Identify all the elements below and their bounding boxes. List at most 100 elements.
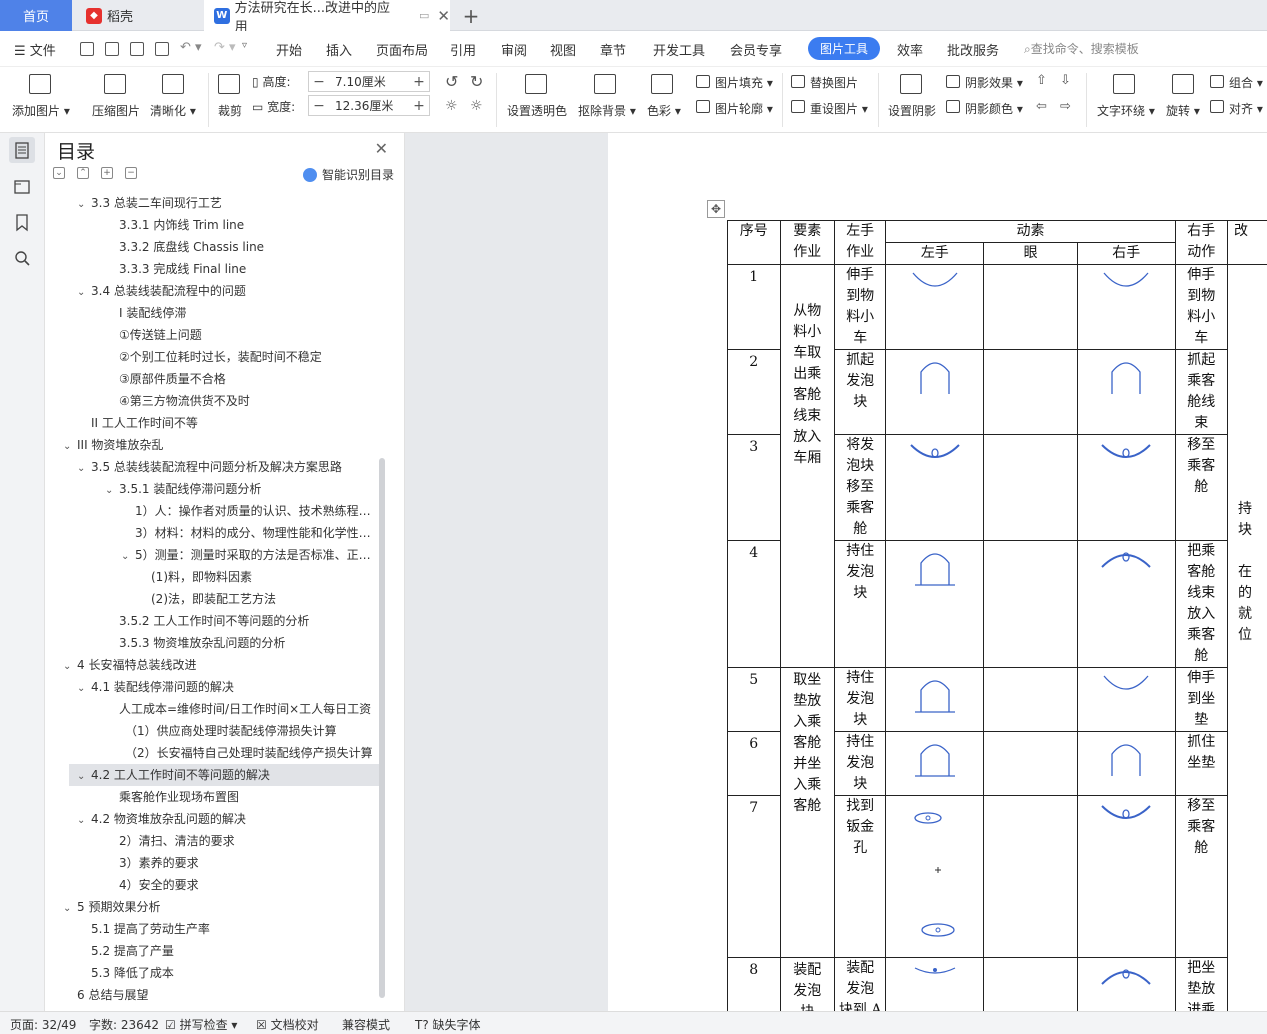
expand-caret-icon[interactable]: ⌄ [77, 458, 91, 478]
menu-insert[interactable]: 插入 [326, 40, 352, 59]
toc-item[interactable]: （1）供应商处理时装配线停滞损失计算 [111, 720, 375, 742]
menu-member[interactable]: 会员专享 [730, 40, 782, 59]
expand-all-icon[interactable]: ⌃ [77, 167, 89, 179]
image-fill-button[interactable]: 图片填充 ▾ [715, 74, 773, 91]
chapter-nav-icon[interactable] [9, 173, 35, 199]
menu-view[interactable]: 视图 [550, 40, 576, 59]
toc-item[interactable]: 乘客舱作业现场布置图 [105, 786, 375, 808]
toc-item[interactable]: 5.3 降低了成本 [77, 962, 375, 984]
toc-item[interactable]: 5.2 提高了产量 [77, 940, 375, 962]
tab-close-icon[interactable]: ✕ [437, 7, 450, 25]
tab-pin-icon[interactable]: ▭ [419, 9, 429, 22]
image-outline-button[interactable]: 图片轮廓 ▾ [715, 100, 773, 117]
shadow-down-icon[interactable]: ⇩ [1060, 73, 1071, 88]
height-stepper[interactable]: −7.10厘米 + [308, 71, 430, 92]
width-value[interactable]: 12.36厘米 [329, 97, 409, 114]
add-heading-icon[interactable]: + [101, 167, 113, 179]
menu-chapter[interactable]: 章节 [600, 40, 626, 59]
toc-item[interactable]: 人工成本=维修时间/日工作时间×工人每日工资 [105, 698, 375, 720]
menu-correction[interactable]: 批改服务 [947, 40, 999, 59]
toc-item[interactable]: （2）长安福特自己处理时装配线停产损失计算 [111, 742, 375, 764]
shadow-left-icon[interactable]: ⇦ [1036, 99, 1047, 114]
compress-image-button[interactable]: 压缩图片 [92, 102, 140, 119]
toc-item[interactable]: ④第三方物流供货不及时 [105, 390, 375, 412]
command-search[interactable]: ⌕查找命令、搜索模板 [1024, 40, 1139, 57]
expand-caret-icon[interactable]: ⌄ [77, 194, 91, 214]
toc-item[interactable]: 3.5.2 工人工作时间不等问题的分析 [105, 610, 375, 632]
file-menu[interactable]: ☰ 文件 [14, 40, 56, 59]
toc-item[interactable]: ⌄ 3.3 总装二车间现行工艺 [77, 192, 375, 214]
rotate-right-icon[interactable]: ↻ [470, 72, 483, 91]
width-decrease-button[interactable]: − [309, 98, 329, 114]
expand-caret-icon[interactable]: ⌄ [77, 810, 91, 830]
quick-access-more-icon[interactable]: ▿ [242, 40, 247, 51]
reset-image-button[interactable]: 重设图片 ▾ [810, 100, 868, 117]
rotate-button[interactable]: 旋转 ▾ [1166, 102, 1200, 119]
group-button[interactable]: 组合 ▾ [1229, 74, 1263, 91]
menu-references[interactable]: 引用 [450, 40, 476, 59]
tab-document[interactable]: W 方法研究在长...改进中的应用 ▭ ✕ [204, 0, 450, 35]
tab-home[interactable]: 首页 [0, 0, 72, 31]
spell-check-button[interactable]: ☑ 拼写检查 ▾ [165, 1016, 237, 1033]
toc-item[interactable]: ⌄ III 物资堆放杂乱 [63, 434, 375, 456]
color-button[interactable]: 色彩 ▾ [647, 102, 681, 119]
expand-caret-icon[interactable]: ⌄ [77, 678, 91, 698]
toc-item[interactable]: ⌄ 4 长安福特总装线改进 [63, 654, 375, 676]
toc-item[interactable]: ③原部件质量不合格 [105, 368, 375, 390]
expand-caret-icon[interactable]: ⌄ [63, 436, 77, 456]
toc-item[interactable]: I 装配线停滞 [105, 302, 375, 324]
menu-efficiency[interactable]: 效率 [897, 40, 923, 59]
undo-icon[interactable]: ↶ ▾ [180, 40, 202, 55]
export-pdf-icon[interactable] [105, 42, 119, 56]
toc-item[interactable]: 3）素养的要求 [105, 852, 375, 874]
toc-item[interactable]: 6 总结与展望 [63, 984, 375, 1006]
redo-icon[interactable]: ↷ ▾ [214, 40, 236, 55]
toc-item[interactable]: ⌄ 5 预期效果分析 [63, 896, 375, 918]
tab-daoke[interactable]: ◆ 稻壳 [74, 0, 204, 31]
word-count[interactable]: 字数: 23642 [89, 1016, 159, 1033]
rotate-left-icon[interactable]: ↺ [445, 72, 458, 91]
find-icon[interactable] [9, 245, 35, 271]
shadow-right-icon[interactable]: ⇨ [1060, 99, 1071, 114]
shadow-up-icon[interactable]: ⇧ [1036, 73, 1047, 88]
expand-caret-icon[interactable]: ⌄ [77, 766, 91, 786]
expand-caret-icon[interactable]: ⌄ [105, 480, 119, 500]
new-tab-icon[interactable]: + [456, 0, 486, 31]
expand-caret-icon[interactable]: ⌄ [63, 656, 77, 676]
set-transparent-button[interactable]: 设置透明色 [507, 102, 567, 119]
toc-item[interactable]: 3.3.3 完成线 Final line [105, 258, 375, 280]
toc-item[interactable]: ⌄ 4.2 物资堆放杂乱问题的解决 [77, 808, 375, 830]
text-wrap-button[interactable]: 文字环绕 ▾ [1097, 102, 1155, 119]
toc-item[interactable]: ⌄ 3.5.1 装配线停滞问题分析 [105, 478, 375, 500]
brightness-down-icon[interactable]: ☼ [470, 98, 483, 114]
toc-item[interactable]: ①传送链上问题 [105, 324, 375, 346]
height-value[interactable]: 7.10厘米 [329, 73, 409, 90]
menu-review[interactable]: 审阅 [501, 40, 527, 59]
save-icon[interactable] [80, 42, 94, 56]
align-button[interactable]: 对齐 ▾ [1229, 100, 1263, 117]
set-shadow-button[interactable]: 设置阴影 [888, 102, 936, 119]
close-icon[interactable]: ✕ [375, 139, 388, 158]
toc-item[interactable]: 5.1 提高了劳动生产率 [77, 918, 375, 940]
replace-image-button[interactable]: 替换图片 [810, 74, 858, 91]
toc-item[interactable]: ⌄ 4.1 装配线停滞问题的解决 [77, 676, 375, 698]
proofread-button[interactable]: ☒ 文档校对 [256, 1016, 319, 1033]
menu-start[interactable]: 开始 [276, 40, 302, 59]
outline-view-icon[interactable] [9, 137, 35, 163]
collapse-all-icon[interactable]: ⌄ [53, 167, 65, 179]
page-indicator[interactable]: 页面: 32/49 [10, 1016, 76, 1033]
toc-item[interactable]: (2)法，即装配工艺方法 [137, 588, 375, 610]
menu-page-layout[interactable]: 页面布局 [376, 40, 428, 59]
toc-item[interactable]: (1)料，即物料因素 [137, 566, 375, 588]
toc-item[interactable]: ⌄ 4.2 工人工作时间不等问题的解决 [69, 764, 379, 786]
print-icon[interactable] [130, 42, 144, 56]
missing-font-button[interactable]: T? 缺失字体 [415, 1016, 481, 1033]
menu-developer[interactable]: 开发工具 [653, 40, 705, 59]
clarify-button[interactable]: 清晰化 ▾ [150, 102, 196, 119]
toc-item[interactable]: ⌄ 3.4 总装线装配流程中的问题 [77, 280, 375, 302]
toc-item[interactable]: 4）安全的要求 [105, 874, 375, 896]
toc-item[interactable]: 3.5.3 物资堆放杂乱问题的分析 [105, 632, 375, 654]
toc-item[interactable]: 1）人：操作者对质量的认识、技术熟练程度 ... [121, 500, 375, 522]
toc-scrollbar[interactable] [379, 458, 385, 998]
crop-button[interactable]: 裁剪 [218, 102, 242, 119]
